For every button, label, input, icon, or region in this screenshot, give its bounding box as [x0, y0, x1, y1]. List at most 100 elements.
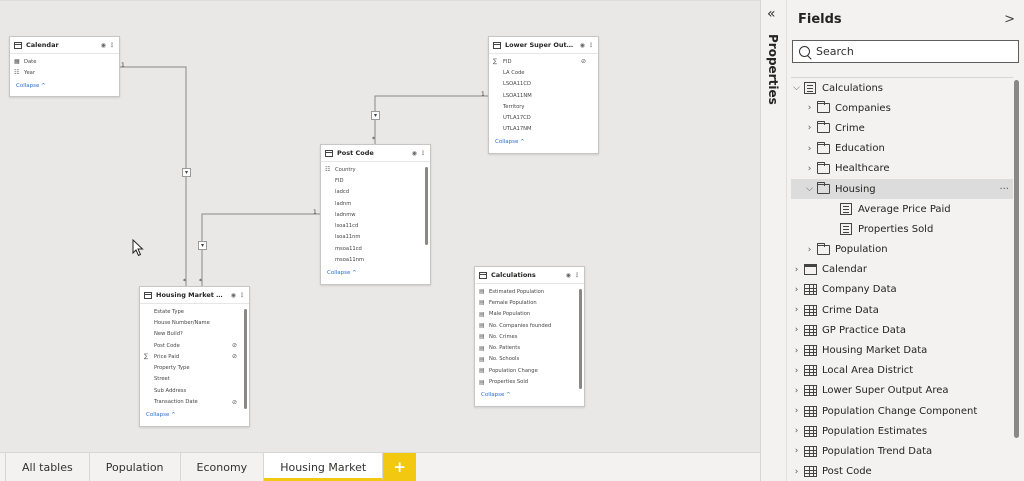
- properties-pane-collapsed[interactable]: « Properties: [760, 0, 787, 481]
- table-field[interactable]: ∑ Price Paid ⊘: [140, 351, 249, 362]
- table-field[interactable]: Street: [140, 374, 249, 385]
- table-field[interactable]: ladnmw: [321, 209, 430, 220]
- table-card-housing-market-data[interactable]: Housing Market Data ◉ ⋮ Estate Type House…: [139, 286, 250, 427]
- fields-tree-item[interactable]: › Population Change Component: [791, 401, 1013, 421]
- table-field[interactable]: UTLA17CD: [489, 112, 598, 123]
- fields-tree-item[interactable]: › GP Practice Data: [791, 320, 1013, 340]
- fields-tree-item[interactable]: › Post Code: [791, 462, 1013, 481]
- chevron-right-icon[interactable]: ›: [791, 386, 802, 396]
- chevron-right-icon[interactable]: ›: [791, 285, 802, 295]
- collapse-pane-icon[interactable]: «: [767, 6, 776, 22]
- layout-tab[interactable]: Economy: [180, 453, 265, 481]
- chevron-right-icon[interactable]: ›: [791, 446, 802, 456]
- visibility-icon[interactable]: ◉: [412, 150, 417, 157]
- card-scrollbar[interactable]: [425, 167, 428, 245]
- collapse-link[interactable]: Collapse ^: [321, 268, 430, 278]
- rel-direction-marker[interactable]: ▾: [182, 168, 191, 177]
- table-field[interactable]: Post Code ⊘: [140, 340, 249, 351]
- chevron-right-icon[interactable]: ›: [804, 164, 815, 174]
- fields-tree-item[interactable]: › Population Estimates: [791, 421, 1013, 441]
- fields-tree-item[interactable]: › Calendar: [791, 260, 1013, 280]
- table-card-post-code[interactable]: Post Code ◉ ⋮ ☷ Country FID ladcd ladnm ladnm…: [320, 144, 431, 285]
- fields-tree-item[interactable]: › Company Data: [791, 280, 1013, 300]
- hidden-field-icon[interactable]: ⊘: [232, 353, 237, 360]
- table-field[interactable]: New Build?: [140, 329, 249, 340]
- table-card-lower-super-output-area[interactable]: Lower Super Output ... ◉ ⋮ ∑ FID ⊘ LA Code L…: [488, 36, 599, 154]
- chevron-right-icon[interactable]: ›: [804, 245, 815, 255]
- properties-label[interactable]: Properties: [766, 34, 780, 105]
- table-field[interactable]: lsoa11nm: [321, 232, 430, 243]
- fields-tree-item[interactable]: › Companies: [791, 98, 1013, 118]
- fields-tree-item[interactable]: › Crime: [791, 118, 1013, 138]
- table-field[interactable]: ladnm: [321, 198, 430, 209]
- table-field[interactable]: ▤ Estimated Population: [475, 286, 584, 297]
- table-field[interactable]: LSOA11CD: [489, 79, 598, 90]
- table-field[interactable]: LA Code: [489, 67, 598, 78]
- table-field[interactable]: ▤ No. Patients: [475, 342, 584, 353]
- more-options-icon[interactable]: ⋮: [574, 272, 580, 279]
- table-card-header[interactable]: Calendar ◉ ⋮: [10, 37, 119, 54]
- table-field[interactable]: Sub Address: [140, 385, 249, 396]
- card-scrollbar[interactable]: [579, 289, 582, 389]
- chevron-right-icon[interactable]: ›: [791, 265, 802, 275]
- layout-tab[interactable]: Housing Market: [264, 453, 384, 481]
- model-canvas[interactable]: 1 ▾ * 1 ▾ * 1 ▾ * Calendar ◉ ⋮ ▦ Date ☷ Yea…: [0, 0, 760, 452]
- table-field[interactable]: ▤ No. Schools: [475, 354, 584, 365]
- fields-pane-scrollbar[interactable]: [1014, 80, 1019, 438]
- table-card-header[interactable]: Housing Market Data ◉ ⋮: [140, 287, 249, 304]
- table-field[interactable]: ☷ Country: [321, 164, 430, 175]
- fields-tree-item[interactable]: › Population Trend Data: [791, 441, 1013, 461]
- hidden-field-icon[interactable]: ⊘: [581, 58, 586, 65]
- more-options-icon[interactable]: ···: [999, 184, 1009, 195]
- table-field[interactable]: ∑ FID ⊘: [489, 56, 598, 67]
- table-field[interactable]: ▤ Population Change: [475, 365, 584, 376]
- table-card-calendar[interactable]: Calendar ◉ ⋮ ▦ Date ☷ Year Collapse ^: [9, 36, 120, 97]
- rel-direction-marker[interactable]: ▾: [371, 111, 380, 120]
- chevron-right-icon[interactable]: ›: [791, 366, 802, 376]
- more-options-icon[interactable]: ⋮: [588, 42, 594, 49]
- fields-tree-item[interactable]: › Healthcare: [791, 159, 1013, 179]
- visibility-icon[interactable]: ◉: [566, 272, 571, 279]
- table-field[interactable]: ▤ Female Population: [475, 297, 584, 308]
- layout-tab[interactable]: Population: [89, 453, 181, 481]
- chevron-right-icon[interactable]: ›: [791, 467, 802, 477]
- table-field[interactable]: ladcd: [321, 187, 430, 198]
- chevron-right-icon[interactable]: >: [1004, 12, 1015, 27]
- table-card-header[interactable]: Post Code ◉ ⋮: [321, 145, 430, 162]
- hidden-field-icon[interactable]: ⊘: [232, 342, 237, 349]
- table-card-header[interactable]: Calculations ◉ ⋮: [475, 267, 584, 284]
- chevron-down-icon[interactable]: ⌵: [791, 83, 802, 93]
- table-field[interactable]: ▤ Properties Sold: [475, 376, 584, 387]
- table-field[interactable]: Property Type: [140, 362, 249, 373]
- table-field[interactable]: ▤ No. Companies founded: [475, 320, 584, 331]
- card-scrollbar[interactable]: [244, 309, 247, 409]
- table-field[interactable]: Estate Type: [140, 306, 249, 317]
- layout-tab[interactable]: All tables: [5, 453, 90, 481]
- chevron-right-icon[interactable]: ›: [791, 426, 802, 436]
- visibility-icon[interactable]: ◉: [231, 292, 236, 299]
- table-card-calculations[interactable]: Calculations ◉ ⋮ ▤ Estimated Population ▤ F…: [474, 266, 585, 407]
- chevron-right-icon[interactable]: ›: [804, 144, 815, 154]
- fields-tree-item[interactable]: › Local Area District: [791, 361, 1013, 381]
- table-field[interactable]: ▦ Date: [10, 56, 119, 67]
- fields-tree-item[interactable]: › Housing Market Data: [791, 340, 1013, 360]
- visibility-icon[interactable]: ◉: [101, 42, 106, 49]
- fields-search-input[interactable]: [816, 45, 1006, 58]
- more-options-icon[interactable]: ⋮: [239, 292, 245, 299]
- table-field[interactable]: Transaction Date ⊘: [140, 396, 249, 407]
- collapse-link[interactable]: Collapse ^: [140, 410, 249, 420]
- fields-tree-item[interactable]: Average Price Paid: [791, 199, 1013, 219]
- more-options-icon[interactable]: ⋮: [420, 150, 426, 157]
- add-layout-button[interactable]: +: [383, 453, 417, 481]
- table-field[interactable]: FID: [321, 175, 430, 186]
- chevron-right-icon[interactable]: ›: [791, 346, 802, 356]
- chevron-right-icon[interactable]: ›: [804, 123, 815, 133]
- table-card-header[interactable]: Lower Super Output ... ◉ ⋮: [489, 37, 598, 54]
- table-field[interactable]: ▤ Male Population: [475, 309, 584, 320]
- fields-search-box[interactable]: [792, 40, 1019, 63]
- chevron-down-icon[interactable]: ⌵: [804, 184, 815, 194]
- table-field[interactable]: msoa11nm: [321, 254, 430, 265]
- table-field[interactable]: ▤ No. Crimes: [475, 331, 584, 342]
- fields-tree-item[interactable]: › Education: [791, 139, 1013, 159]
- table-field[interactable]: lsoa11cd: [321, 220, 430, 231]
